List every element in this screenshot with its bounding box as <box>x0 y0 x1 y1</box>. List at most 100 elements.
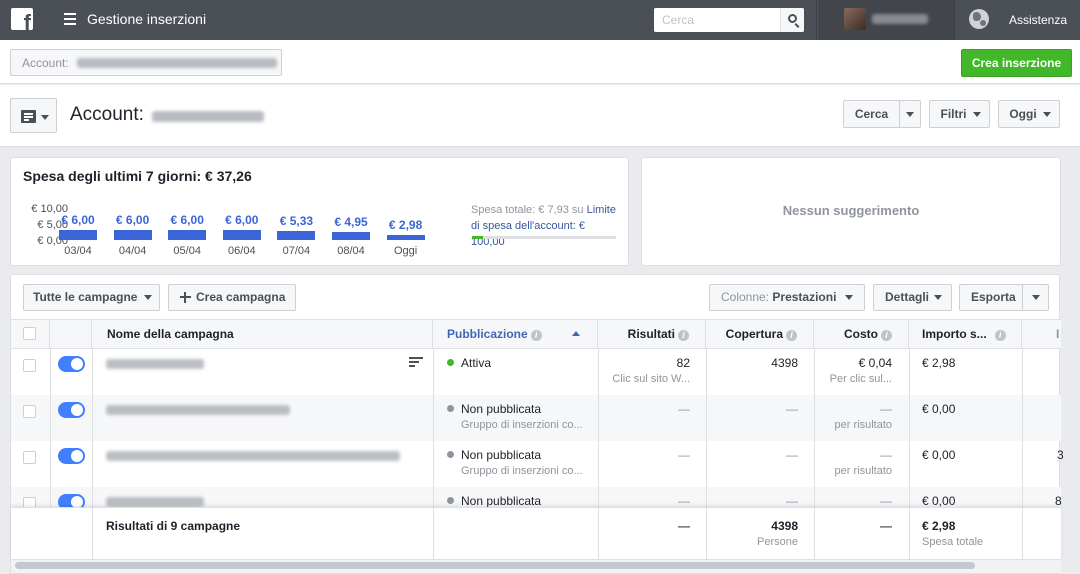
export-button[interactable]: Esporta <box>959 284 1049 311</box>
totals-amount-sub: Spesa totale <box>922 536 984 548</box>
column-results-label: Risultati <box>627 327 675 341</box>
export-label: Esporta <box>971 290 1016 304</box>
column-cost-label: Costo <box>844 327 878 341</box>
campaign-name-redacted[interactable] <box>106 359 204 369</box>
account-name-redacted <box>152 111 264 122</box>
amount-spent-value: € 0,00 <box>922 448 956 462</box>
menu-hamburger-icon[interactable] <box>64 13 76 25</box>
all-campaigns-dropdown[interactable]: Tutte le campagne <box>23 284 160 311</box>
search-box <box>654 8 804 32</box>
globe-icon[interactable] <box>969 9 989 29</box>
column-reach-label: Copertura <box>725 327 783 341</box>
status-dot <box>447 405 454 412</box>
row-checkbox[interactable] <box>23 359 36 372</box>
totals-row: Risultati di 9 campagne — 4398 Persone —… <box>11 507 1061 560</box>
date-range-button[interactable]: Oggi <box>998 100 1060 128</box>
horizontal-scrollbar[interactable] <box>15 562 975 569</box>
chevron-down-icon <box>41 115 49 120</box>
select-all-checkbox[interactable] <box>23 327 36 340</box>
columns-dropdown[interactable]: Colonne: Prestazioni <box>709 284 865 311</box>
spend-bar[interactable] <box>59 229 97 240</box>
search-input[interactable] <box>654 8 778 32</box>
totals-reach-sub: Persone <box>757 536 798 548</box>
spend-limit-progress <box>472 236 616 239</box>
column-next-partial[interactable]: I <box>1022 320 1061 348</box>
column-results[interactable]: Risultati i <box>598 320 706 348</box>
spend-bar-value: € 6,00 <box>61 212 95 227</box>
create-campaign-button[interactable]: Crea campagna <box>168 284 296 311</box>
search-button[interactable] <box>780 8 804 32</box>
totals-amount: € 2,98 <box>922 519 956 533</box>
info-icon[interactable]: i <box>881 330 892 341</box>
filters-button[interactable]: Filtri <box>929 100 990 128</box>
spend-bar-value: € 6,00 <box>170 212 204 227</box>
info-icon[interactable]: i <box>786 330 797 341</box>
campaign-name-redacted[interactable] <box>106 405 290 415</box>
columns-prefix: Colonne: <box>721 290 770 304</box>
spend-bar[interactable] <box>113 229 152 240</box>
details-dropdown[interactable]: Dettagli <box>873 284 952 311</box>
search-icon <box>788 14 797 23</box>
column-delivery[interactable]: Pubblicazione i <box>433 320 598 348</box>
table-row[interactable]: Non pubblicata Gruppo di inserzioni co..… <box>11 441 1064 487</box>
user-profile-button[interactable] <box>818 0 954 40</box>
chevron-down-icon[interactable] <box>1032 295 1040 300</box>
account-bar: Account: Crea inserzione <box>0 40 1080 84</box>
facebook-logo-icon[interactable]: f <box>11 8 33 30</box>
reach-value: — <box>786 402 798 416</box>
column-cost[interactable]: Costo i <box>814 320 909 348</box>
chevron-down-icon[interactable] <box>906 112 914 117</box>
info-icon[interactable]: i <box>994 330 1006 341</box>
app-title[interactable]: Gestione inserzioni <box>87 11 206 27</box>
column-name[interactable]: Nome della campagna <box>92 320 433 348</box>
spend-bar-value: € 5,33 <box>279 213 314 228</box>
no-suggestions-text: Nessun suggerimento <box>782 203 920 218</box>
campaign-toggle[interactable] <box>58 402 85 418</box>
delivery-sub: Gruppo di inserzioni co... <box>461 465 583 477</box>
top-navigation-bar: f Gestione inserzioni Assistenza <box>0 0 1080 40</box>
info-icon[interactable]: i <box>530 330 542 341</box>
divider <box>954 0 955 40</box>
status-dot <box>447 359 454 366</box>
spend-bar[interactable] <box>222 229 261 240</box>
campaign-name-redacted[interactable] <box>106 497 204 507</box>
results-value: — <box>678 402 690 416</box>
column-reach[interactable]: Copertura i <box>706 320 814 348</box>
column-amount-spent[interactable]: Importo s... i <box>909 320 1022 348</box>
campaigns-panel: Tutte le campagne Crea campagna Colonne:… <box>10 274 1064 574</box>
campaign-toggle[interactable] <box>58 356 85 372</box>
create-ad-button[interactable]: Crea inserzione <box>961 49 1072 77</box>
account-selector[interactable]: Account: <box>10 49 282 76</box>
spend-bar[interactable] <box>277 230 316 240</box>
campaign-name-redacted[interactable] <box>106 451 400 461</box>
info-icon[interactable]: i <box>678 330 689 341</box>
spend-bar[interactable] <box>332 231 370 240</box>
column-name-label: Nome della campagna <box>107 327 234 341</box>
view-menu-button[interactable] <box>10 98 57 133</box>
user-name-redacted <box>872 14 928 24</box>
results-type: Clic sul sito W... <box>612 373 690 385</box>
search-dropdown-button[interactable]: Cerca <box>843 100 921 128</box>
edit-icon[interactable] <box>409 357 423 367</box>
table-row[interactable]: Attiva 82 Clic sul sito W... 4398 € 0,04… <box>11 349 1061 395</box>
row-checkbox[interactable] <box>23 405 36 418</box>
results-value: — <box>678 494 690 508</box>
spend-bar-value: € 6,00 <box>115 212 150 227</box>
campaign-toggle[interactable] <box>58 448 85 464</box>
chevron-down-icon <box>845 295 853 300</box>
help-link[interactable]: Assistenza <box>1009 13 1067 27</box>
row-checkbox[interactable] <box>23 451 36 464</box>
spend-bar-date: 05/04 <box>173 245 201 257</box>
amount-spent-value: € 0,00 <box>922 494 956 508</box>
spend-bar[interactable] <box>168 229 207 240</box>
page-title: Account: <box>70 104 144 125</box>
table-row[interactable]: Non pubblicata Gruppo di inserzioni co..… <box>11 395 1061 441</box>
create-campaign-label: Crea campagna <box>196 290 286 304</box>
results-value: 82 <box>676 356 690 370</box>
cost-value: — <box>880 448 892 462</box>
spend-bar[interactable] <box>386 234 425 240</box>
date-range-label: Oggi <box>1009 107 1037 121</box>
chevron-down-icon <box>144 295 152 300</box>
totals-cost: — <box>880 519 892 533</box>
chevron-down-icon <box>1043 112 1051 117</box>
